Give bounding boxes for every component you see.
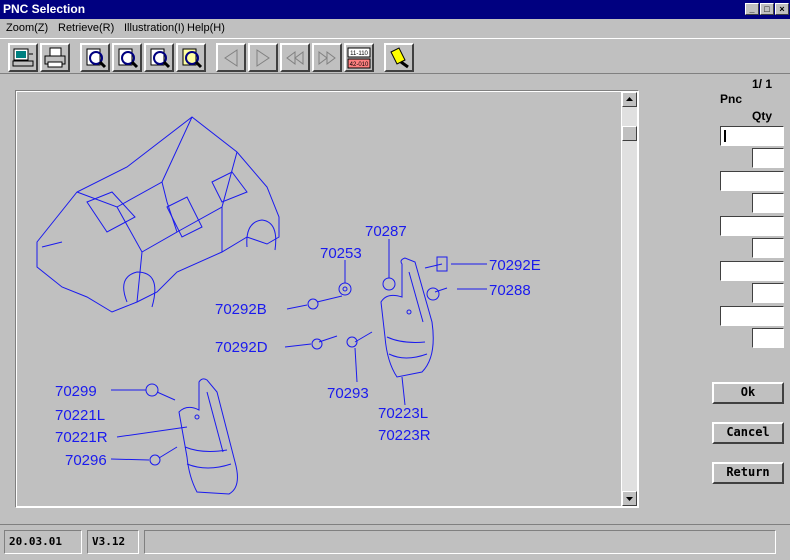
menu-zoom[interactable]: Zoom(Z) bbox=[6, 22, 48, 34]
menu-bar: Zoom(Z) Retrieve(R) Illustration(I) Help… bbox=[0, 19, 790, 38]
menu-help[interactable]: Help(H) bbox=[187, 22, 225, 34]
zoom-doc-icon-4 bbox=[182, 48, 203, 69]
callout-12: 70221R bbox=[55, 429, 108, 446]
callout-7: 70293 bbox=[327, 385, 369, 402]
group-code-top: 11-110 bbox=[350, 51, 368, 57]
scroll-down-button[interactable] bbox=[622, 491, 637, 506]
zoom-doc-icon-3 bbox=[150, 48, 171, 69]
group-code-icon: 11-110 42-010 bbox=[347, 47, 371, 69]
print-button[interactable] bbox=[40, 43, 70, 72]
next-arrow-icon bbox=[256, 49, 270, 67]
zoom-button-3[interactable] bbox=[144, 43, 174, 72]
menu-illustration[interactable]: Illustration(I) bbox=[124, 22, 185, 34]
qty-field-1[interactable] bbox=[752, 148, 784, 168]
last-page-button[interactable] bbox=[312, 43, 342, 72]
pnc-field-3[interactable] bbox=[720, 216, 784, 236]
callout-2: 70253 bbox=[320, 245, 362, 262]
next-button[interactable] bbox=[248, 43, 278, 72]
status-message bbox=[144, 530, 776, 554]
zoom-doc-icon-2 bbox=[118, 48, 139, 69]
qty-label: Qty bbox=[752, 109, 773, 123]
status-separator bbox=[0, 524, 790, 525]
scroll-up-icon bbox=[626, 97, 633, 101]
pnc-field-5[interactable] bbox=[720, 306, 784, 326]
cancel-button[interactable]: Cancel bbox=[712, 422, 784, 444]
group-code-button[interactable]: 11-110 42-010 bbox=[344, 43, 374, 72]
callout-9: 70223R bbox=[378, 427, 431, 444]
computer-icon bbox=[12, 48, 34, 67]
group-code-bottom: 42-010 bbox=[350, 62, 369, 68]
pnc-field-1[interactable] bbox=[720, 126, 784, 146]
qty-field-5[interactable] bbox=[752, 328, 784, 348]
window-title: PNC Selection bbox=[3, 2, 86, 16]
mud-guard-left bbox=[178, 378, 238, 495]
qty-field-3[interactable] bbox=[752, 238, 784, 258]
text-cursor bbox=[724, 130, 726, 142]
title-bar: PNC Selection _ □ × bbox=[0, 0, 790, 19]
menu-retrieve[interactable]: Retrieve(R) bbox=[58, 22, 114, 34]
callout-5: 70288 bbox=[489, 282, 531, 299]
flashlight-button[interactable] bbox=[384, 43, 414, 72]
toolbar: 11-110 42-010 bbox=[0, 38, 790, 74]
parts-diagram: 70287 70253 70292E 70292B 70288 70292D 7… bbox=[36, 116, 541, 495]
callout-1: 70287 bbox=[365, 223, 407, 240]
page-indicator: 1/ 1 bbox=[752, 77, 773, 91]
qty-field-4[interactable] bbox=[752, 283, 784, 303]
pnc-label: Pnc bbox=[720, 92, 743, 106]
last-page-icon bbox=[318, 51, 336, 65]
printer-icon bbox=[44, 47, 66, 68]
qty-field-2[interactable] bbox=[752, 193, 784, 213]
return-button[interactable]: Return bbox=[712, 462, 784, 484]
callout-10: 70299 bbox=[55, 383, 97, 400]
callout-11: 70221L bbox=[55, 407, 105, 424]
ok-button[interactable]: Ok bbox=[712, 382, 784, 404]
pnc-field-4[interactable] bbox=[720, 261, 784, 281]
prev-arrow-icon bbox=[224, 49, 238, 67]
status-version: V3.12 bbox=[87, 530, 139, 554]
callout-8: 70223L bbox=[378, 405, 428, 422]
pnc-field-2[interactable] bbox=[720, 171, 784, 191]
vehicle-outline bbox=[36, 116, 280, 313]
scroll-down-icon bbox=[626, 497, 633, 501]
status-date: 20.03.01 bbox=[4, 530, 82, 554]
vertical-scrollbar[interactable] bbox=[622, 92, 637, 506]
zoom-button-4[interactable] bbox=[176, 43, 206, 72]
scroll-up-button[interactable] bbox=[622, 92, 637, 107]
zoom-button-2[interactable] bbox=[112, 43, 142, 72]
first-page-icon bbox=[286, 51, 304, 65]
scroll-thumb[interactable] bbox=[622, 126, 637, 141]
illustration-area[interactable]: 70287 70253 70292E 70292B 70288 70292D 7… bbox=[17, 92, 621, 506]
minimize-button[interactable]: _ bbox=[745, 3, 759, 15]
computer-button[interactable] bbox=[8, 43, 38, 72]
zoom-doc-icon-1 bbox=[86, 48, 107, 69]
prev-button[interactable] bbox=[216, 43, 246, 72]
callout-13: 70296 bbox=[65, 452, 107, 469]
first-page-button[interactable] bbox=[280, 43, 310, 72]
close-button[interactable]: × bbox=[775, 3, 789, 15]
callout-4: 70292B bbox=[215, 301, 267, 318]
callout-6: 70292D bbox=[215, 339, 268, 356]
zoom-button-1[interactable] bbox=[80, 43, 110, 72]
illustration-frame: 70287 70253 70292E 70292B 70288 70292D 7… bbox=[15, 90, 639, 508]
flashlight-icon bbox=[390, 47, 409, 69]
callout-3: 70292E bbox=[489, 257, 541, 274]
maximize-button[interactable]: □ bbox=[760, 3, 774, 15]
